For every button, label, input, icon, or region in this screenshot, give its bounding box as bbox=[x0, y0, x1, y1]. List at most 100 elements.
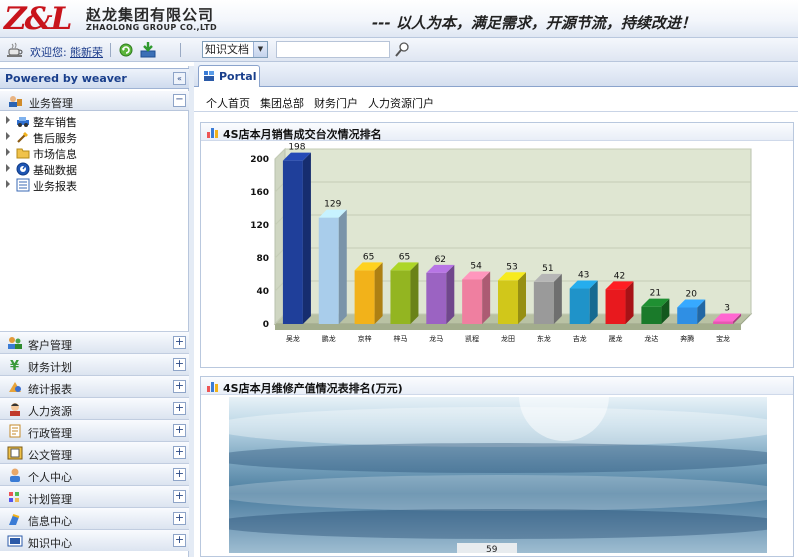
company-name-cn: 赵龙集团有限公司 bbox=[86, 6, 215, 24]
chevron-down-icon[interactable]: ▼ bbox=[253, 42, 267, 57]
chart-bar bbox=[713, 321, 734, 324]
plus-icon[interactable]: + bbox=[173, 468, 186, 481]
refresh-icon[interactable] bbox=[118, 42, 134, 58]
username-link[interactable]: 熊新荣 bbox=[70, 44, 103, 60]
sidebar-module-label: 信息中心 bbox=[28, 515, 72, 528]
chart-data-label: 65 bbox=[399, 252, 410, 262]
portal-nav-finance[interactable]: 财务门户 bbox=[314, 95, 358, 111]
tree-item-label: 业务报表 bbox=[33, 180, 77, 193]
knowledge-icon bbox=[7, 535, 23, 547]
chart-bar bbox=[390, 270, 411, 324]
plus-icon[interactable]: + bbox=[173, 446, 186, 459]
sidebar-section-label: 业务管理 bbox=[29, 97, 73, 110]
search-scope-select[interactable]: 知识文档 ▼ bbox=[202, 41, 268, 58]
sidebar-module-label: 公文管理 bbox=[28, 449, 72, 462]
tree-item-vehicle-sales[interactable]: 整车销售 bbox=[4, 113, 184, 129]
portal-nav-personal[interactable]: 个人首页 bbox=[206, 95, 250, 111]
expand-arrow-icon[interactable] bbox=[6, 132, 10, 140]
panel-title: 4S店本月销售成交台次情况排名 bbox=[223, 128, 382, 141]
sidebar-module-label: 财务计划 bbox=[28, 361, 72, 374]
chart-data-label: 198 bbox=[288, 143, 305, 153]
expand-arrow-icon[interactable] bbox=[6, 180, 10, 188]
plus-icon[interactable]: + bbox=[173, 512, 186, 525]
repair-partial-value: 59 bbox=[486, 545, 498, 553]
tree-item-label: 基础数据 bbox=[33, 164, 77, 177]
svg-text:¥: ¥ bbox=[10, 359, 19, 372]
sidebar: Powered by weaver « 业务管理 − 整车销售 售后服务 市场信… bbox=[0, 66, 189, 557]
sidebar-module-label: 客户管理 bbox=[28, 339, 72, 352]
sidebar-module-hr[interactable]: 人力资源 + bbox=[0, 397, 189, 419]
chart-x-tick-label: 吉龙 bbox=[573, 334, 587, 343]
tab-portal[interactable]: Portal bbox=[198, 65, 260, 87]
sidebar-module-personal[interactable]: 个人中心 + bbox=[0, 463, 189, 485]
chart-x-tick-label: 奔腾 bbox=[680, 334, 694, 343]
toolbar-divider bbox=[110, 43, 111, 57]
chart-bar-side bbox=[302, 152, 311, 324]
chart-y-tick-label: 80 bbox=[256, 254, 269, 264]
download-icon[interactable] bbox=[140, 41, 156, 58]
portal-nav-headquarters[interactable]: 集团总部 bbox=[260, 95, 304, 111]
sidebar-header: Powered by weaver « bbox=[0, 68, 189, 89]
chart-data-label: 21 bbox=[650, 289, 661, 299]
chart-bar bbox=[677, 307, 698, 324]
portal-icon bbox=[204, 71, 214, 81]
chart-y-tick-label: 160 bbox=[250, 188, 269, 198]
sidebar-module-customer[interactable]: 客户管理 + bbox=[0, 331, 189, 353]
search-input[interactable] bbox=[276, 41, 390, 58]
plus-icon[interactable]: + bbox=[173, 380, 186, 393]
portal-nav: 个人首页 集团总部 财务门户 人力资源门户 bbox=[194, 88, 798, 112]
sidebar-module-label: 个人中心 bbox=[28, 471, 72, 484]
expand-arrow-icon[interactable] bbox=[6, 116, 10, 124]
chart-x-tick-label: 鹏龙 bbox=[322, 334, 336, 343]
sales-ranking-panel: 4S店本月销售成交台次情况排名 0 40 80 120 160 200 198 吴龙 129 鹏龙… bbox=[200, 122, 794, 368]
sidebar-module-plan[interactable]: 计划管理 + bbox=[0, 485, 189, 507]
chart-bar bbox=[318, 217, 339, 324]
tree-item-market-info[interactable]: 市场信息 bbox=[4, 145, 184, 161]
plus-icon[interactable]: + bbox=[173, 490, 186, 503]
tree-item-business-report[interactable]: 业务报表 bbox=[4, 177, 184, 193]
business-icon bbox=[9, 96, 22, 107]
sidebar-module-documents[interactable]: 公文管理 + bbox=[0, 441, 189, 463]
portal-nav-hr[interactable]: 人力资源门户 bbox=[368, 95, 434, 111]
stats-icon bbox=[9, 382, 21, 392]
tab-label: Portal bbox=[219, 70, 257, 83]
search-scope-value: 知识文档 bbox=[205, 43, 249, 56]
chart-data-label: 43 bbox=[578, 271, 589, 281]
plus-icon[interactable]: + bbox=[173, 336, 186, 349]
chart-bar-side bbox=[374, 262, 383, 324]
plus-icon[interactable]: + bbox=[173, 358, 186, 371]
sidebar-module-label: 统计报表 bbox=[28, 383, 72, 396]
toolbar-divider bbox=[180, 43, 181, 57]
plus-icon[interactable]: + bbox=[173, 402, 186, 415]
plus-icon[interactable]: + bbox=[173, 534, 186, 547]
bar-chart-icon bbox=[207, 382, 218, 392]
company-logo: Z&L bbox=[4, 1, 72, 37]
chart-bar bbox=[641, 306, 662, 324]
expand-arrow-icon[interactable] bbox=[6, 148, 10, 156]
finance-icon: ¥ bbox=[10, 359, 19, 372]
sidebar-module-admin[interactable]: 行政管理 + bbox=[0, 419, 189, 441]
expand-arrow-icon[interactable] bbox=[6, 164, 10, 172]
repair-ranking-panel: 4S店本月维修产值情况表排名(万元) 59 bbox=[200, 376, 794, 557]
tree-item-after-sales[interactable]: 售后服务 bbox=[4, 129, 184, 145]
minus-icon[interactable]: − bbox=[173, 94, 186, 107]
sidebar-module-stats[interactable]: 统计报表 + bbox=[0, 375, 189, 397]
chart-y-tick-label: 40 bbox=[256, 287, 269, 297]
search-icon[interactable] bbox=[394, 41, 410, 58]
panel-title: 4S店本月维修产值情况表排名(万元) bbox=[223, 382, 403, 395]
sidebar-module-info[interactable]: 信息中心 + bbox=[0, 507, 189, 529]
chart-x-tick-label: 东龙 bbox=[537, 334, 551, 343]
powered-by-label: Powered by weaver bbox=[5, 72, 127, 85]
chart-data-label: 53 bbox=[506, 262, 517, 272]
user-icon bbox=[10, 468, 20, 482]
tree-item-label: 市场信息 bbox=[33, 148, 77, 161]
sidebar-section-business[interactable]: 业务管理 − bbox=[0, 91, 189, 111]
collapse-sidebar-icon[interactable]: « bbox=[173, 72, 186, 85]
chart-bar bbox=[498, 280, 518, 324]
tree-item-base-data[interactable]: 基础数据 bbox=[4, 161, 184, 177]
plus-icon[interactable]: + bbox=[173, 424, 186, 437]
chart-x-tick-label: 京梓 bbox=[358, 334, 372, 343]
company-slogan: --- 以人为本，满足需求，开源节流，持续改进！ bbox=[372, 14, 696, 32]
sidebar-module-finance[interactable]: ¥ 财务计划 + bbox=[0, 353, 189, 375]
sidebar-module-knowledge[interactable]: 知识中心 + bbox=[0, 529, 189, 551]
